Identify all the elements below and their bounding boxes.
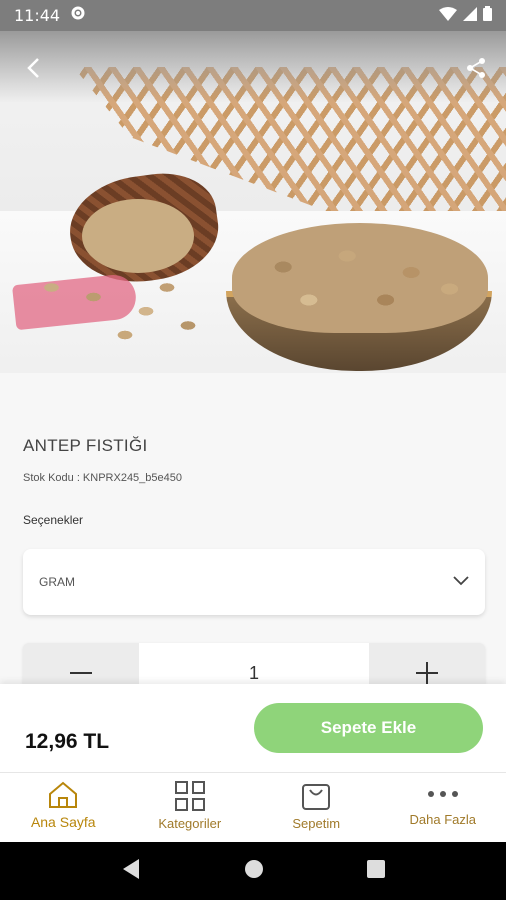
status-icons: [439, 5, 492, 26]
bottom-tab-bar: Ana Sayfa Kategoriler Sepetim Daha Fazla: [0, 772, 506, 842]
cart-icon: [302, 784, 331, 810]
tab-more-label: Daha Fazla: [409, 812, 476, 827]
tab-more[interactable]: Daha Fazla: [380, 773, 506, 842]
home-circle-icon: [244, 859, 263, 878]
image-scattered-nuts: [20, 259, 230, 354]
battery-icon: [483, 5, 492, 26]
tab-cart-label: Sepetim: [292, 816, 341, 831]
product-price: 12,96 TL: [25, 730, 110, 753]
minus-icon: [70, 672, 92, 674]
back-triangle-icon: [123, 858, 140, 879]
wifi-icon: [439, 6, 457, 26]
image-top-gradient: [0, 31, 506, 103]
tab-cart[interactable]: Sepetim: [253, 773, 380, 842]
option-select[interactable]: GRAM: [23, 549, 485, 615]
plus-icon: [416, 662, 438, 684]
nav-home-button[interactable]: [244, 859, 264, 884]
stock-code: Stok Kodu : KNPRX245_b5e450: [23, 472, 183, 484]
home-icon: [49, 781, 78, 808]
settings-gear-icon: [70, 5, 86, 26]
grid-icon: [174, 781, 205, 811]
status-time: 11:44: [14, 6, 61, 25]
product-title: ANTEP FISTIĞI: [23, 436, 148, 455]
options-label: Seçenekler: [23, 513, 84, 527]
signal-icon: [463, 6, 477, 26]
tab-categories-label: Kategoriler: [158, 816, 222, 831]
status-bar: 11:44: [0, 0, 506, 31]
option-select-value: GRAM: [39, 575, 75, 589]
image-nut-pile: [232, 223, 488, 333]
product-image: [0, 31, 506, 373]
back-button[interactable]: [26, 57, 40, 85]
system-nav-bar: [0, 842, 506, 900]
chevron-down-icon: [453, 573, 469, 591]
add-to-cart-button[interactable]: Sepete Ekle: [254, 703, 483, 753]
tab-home-label: Ana Sayfa: [30, 814, 96, 830]
nav-back-button[interactable]: [121, 858, 141, 885]
nav-recents-button[interactable]: [366, 859, 385, 883]
share-icon: [467, 58, 485, 78]
recents-square-icon: [366, 859, 385, 878]
tab-categories[interactable]: Kategoriler: [127, 773, 254, 842]
more-icon: [427, 791, 458, 797]
tab-home[interactable]: Ana Sayfa: [0, 773, 127, 842]
share-button[interactable]: [466, 57, 486, 85]
